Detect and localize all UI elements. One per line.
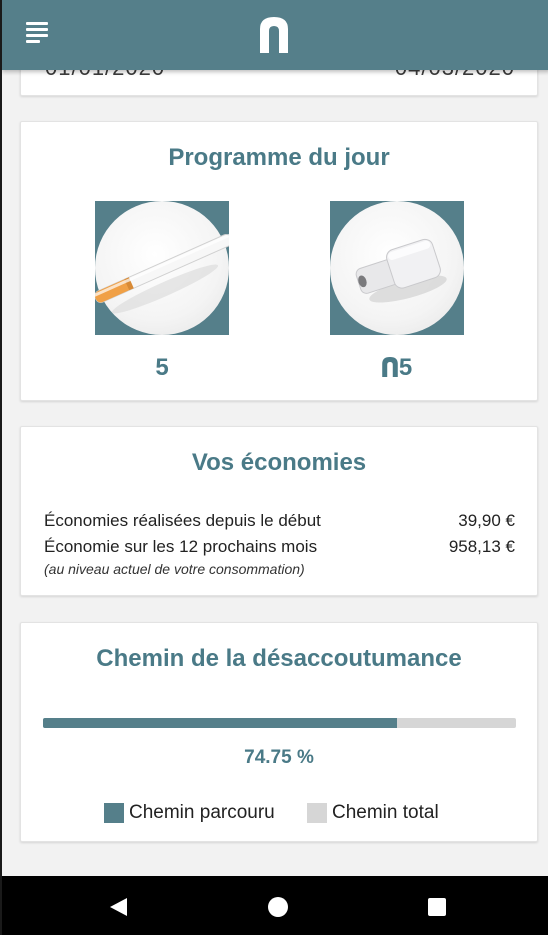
legend-swatch [104,803,124,823]
legend-label: Chemin total [332,802,439,823]
economy-value: 958,13 € [448,537,515,556]
progress-percent: 74.75 % [244,747,314,768]
home-circle-icon[interactable] [248,876,308,935]
back-triangle-icon[interactable] [89,876,149,935]
device-image [330,201,464,335]
recents-square-icon[interactable] [407,876,467,935]
economy-note: (au niveau actuel de votre consommation) [44,561,305,577]
programme-card: Programme du jour 5 5 [20,121,538,401]
device-count-value: 5 [398,354,413,381]
economies-card: Vos économies Économies réalisées depuis… [20,426,538,596]
cigarette-icon [95,233,229,314]
economies-title: Vos économies [191,449,367,476]
cigarette-count: 5 [155,354,169,381]
legend-swatch [307,803,327,823]
progress-fill [43,718,397,728]
progress-bar [43,718,516,728]
economy-value: 39,90 € [458,511,515,530]
app-bar [2,0,548,70]
economy-label: Économie sur les 12 prochains mois [44,537,318,556]
legend-label: Chemin parcouru [129,802,275,823]
cigarette-image [95,201,229,335]
programme-title: Programme du jour [168,144,390,171]
system-nav-bar [2,876,548,935]
chemin-title: Chemin de la désaccoutumance [96,645,462,672]
device-count: 5 [330,354,464,382]
chemin-card: Chemin de la désaccoutumance 74.75 % Che… [20,622,538,842]
arch-logo-icon [382,357,398,377]
device-icon [355,238,447,303]
arch-logo-icon[interactable] [260,17,288,53]
app-screen: 01/01/2020 04/03/2020 Programme du jour … [0,0,548,935]
economy-label: Économies réalisées depuis le début [44,511,321,530]
progress-legend: Chemin parcouru Chemin total [21,802,537,826]
hamburger-menu-icon[interactable] [26,22,50,44]
